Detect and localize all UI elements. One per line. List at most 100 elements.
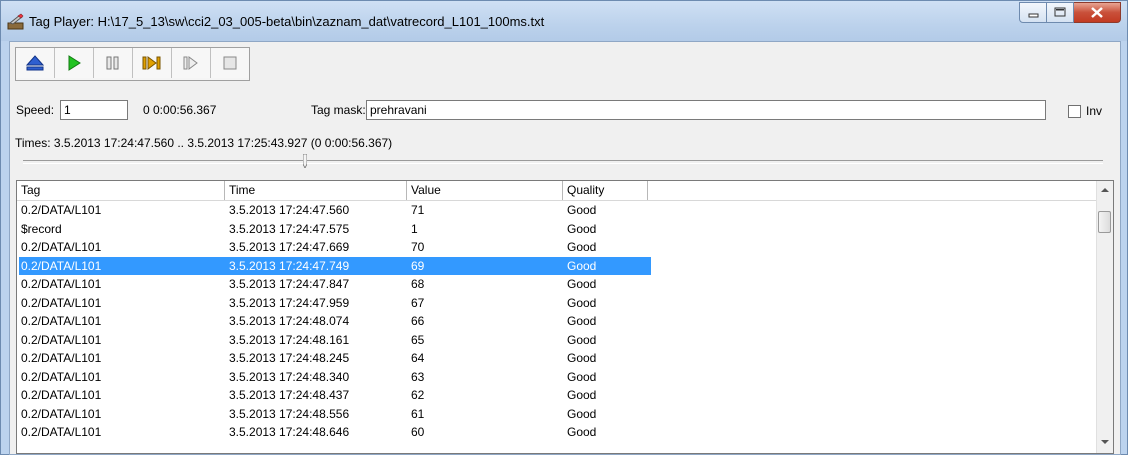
tag-cell: 0.2/DATA/L101 — [21, 388, 102, 402]
inv-checkbox[interactable] — [1068, 105, 1081, 118]
value-cell: 67 — [411, 295, 425, 310]
value-cell: 60 — [411, 425, 425, 439]
table-body: 0.2/DATA/L101 3.5.2013 17:24:47.560 71 Good… — [17, 201, 1097, 442]
tag-mask-input[interactable]: prehravani — [366, 100, 1046, 120]
tag-cell: 0.2/DATA/L101 — [21, 314, 102, 328]
column-header-quality[interactable]: Quality — [563, 181, 648, 200]
quality-cell: Good — [567, 388, 597, 402]
table-row[interactable]: 0.2/DATA/L101 3.5.2013 17:24:48.556 61 Good — [17, 405, 1097, 424]
time-cell: 3.5.2013 17:24:47.669 — [229, 240, 350, 254]
value-cell: 68 — [411, 277, 425, 291]
scroll-thumb[interactable] — [1098, 211, 1111, 233]
vertical-scrollbar[interactable] — [1096, 181, 1113, 453]
close-button[interactable] — [1074, 2, 1121, 23]
table-header: Tag Time Value Quality — [17, 181, 1097, 201]
value-cell: 61 — [411, 406, 425, 421]
tag-cell: 0.2/DATA/L101 — [21, 258, 102, 273]
tag-cell: $record — [21, 221, 62, 236]
tag-cell: 0.2/DATA/L101 — [21, 406, 102, 421]
caption-buttons — [1019, 2, 1121, 23]
table-row[interactable]: 0.2/DATA/L101 3.5.2013 17:24:47.560 71 Good — [17, 201, 1097, 220]
quality-cell: Good — [567, 332, 597, 347]
play-button[interactable] — [55, 48, 94, 78]
pause-button[interactable] — [94, 48, 133, 78]
table-row[interactable]: $record 3.5.2013 17:24:47.575 1 Good — [17, 220, 1097, 239]
speed-input[interactable]: 1 — [60, 100, 128, 120]
value-cell: 1 — [411, 221, 418, 236]
quality-cell: Good — [567, 369, 597, 384]
value-cell: 69 — [411, 258, 425, 273]
time-cell: 3.5.2013 17:24:47.959 — [229, 295, 350, 310]
table-row[interactable]: 0.2/DATA/L101 3.5.2013 17:24:47.669 70 Good — [17, 238, 1097, 257]
inv-label: Inv — [1086, 104, 1103, 118]
position-slider[interactable] — [23, 160, 1103, 164]
quality-cell: Good — [567, 203, 597, 217]
time-cell: 3.5.2013 17:24:48.556 — [229, 406, 350, 421]
time-cell: 3.5.2013 17:24:48.074 — [229, 314, 350, 328]
step-forward-button[interactable] — [133, 48, 172, 78]
value-cell: 64 — [411, 351, 425, 365]
stop-button[interactable] — [211, 48, 249, 78]
value-cell: 63 — [411, 369, 425, 384]
tag-cell: 0.2/DATA/L101 — [21, 277, 102, 291]
speed-label: Speed: — [16, 103, 55, 117]
window-title: Tag Player: H:\17_5_13\sw\cci2_03_005-be… — [29, 14, 545, 29]
tag-cell: 0.2/DATA/L101 — [21, 351, 102, 365]
tag-cell: 0.2/DATA/L101 — [21, 332, 102, 347]
table-row[interactable]: 0.2/DATA/L101 3.5.2013 17:24:48.245 64 Good — [17, 349, 1097, 368]
table-row[interactable]: 0.2/DATA/L101 3.5.2013 17:24:47.847 68 Good — [17, 275, 1097, 294]
play-icon — [68, 55, 81, 71]
time-cell: 3.5.2013 17:24:48.161 — [229, 332, 350, 347]
time-cell: 3.5.2013 17:24:48.340 — [229, 369, 350, 384]
stop-icon — [223, 56, 237, 70]
pause-icon — [106, 56, 119, 70]
step-button[interactable] — [172, 48, 211, 78]
table-row[interactable]: 0.2/DATA/L101 3.5.2013 17:24:48.074 66 Good — [17, 312, 1097, 331]
close-icon — [1091, 7, 1103, 18]
scroll-up-icon[interactable] — [1101, 188, 1109, 192]
app-window: Tag Player: H:\17_5_13\sw\cci2_03_005-be… — [0, 0, 1128, 455]
position-readout: 0 0:00:56.367 — [143, 103, 217, 117]
quality-cell: Good — [567, 295, 597, 310]
quality-cell: Good — [567, 277, 597, 291]
maximize-button[interactable] — [1047, 2, 1074, 23]
quality-cell: Good — [567, 314, 597, 328]
column-header-time[interactable]: Time — [225, 181, 407, 200]
eject-button[interactable] — [16, 48, 55, 78]
app-icon — [7, 13, 24, 30]
tag-mask-label: Tag mask: — [311, 103, 366, 117]
time-cell: 3.5.2013 17:24:47.560 — [229, 203, 350, 217]
value-cell: 70 — [411, 240, 425, 254]
quality-cell: Good — [567, 240, 597, 254]
column-header-value[interactable]: Value — [407, 181, 563, 200]
step-icon — [183, 56, 198, 70]
step-forward-icon — [142, 56, 161, 70]
minimize-icon — [1028, 13, 1039, 18]
slider-thumb[interactable] — [303, 154, 307, 168]
tag-cell: 0.2/DATA/L101 — [21, 240, 102, 254]
title-bar[interactable]: Tag Player: H:\17_5_13\sw\cci2_03_005-be… — [1, 1, 1127, 41]
scroll-down-icon[interactable] — [1101, 440, 1109, 444]
table-row[interactable]: 0.2/DATA/L101 3.5.2013 17:24:47.959 67 Good — [17, 294, 1097, 313]
quality-cell: Good — [567, 351, 597, 365]
table-row[interactable]: 0.2/DATA/L101 3.5.2013 17:24:48.161 65 Good — [17, 331, 1097, 350]
tag-cell: 0.2/DATA/L101 — [21, 203, 102, 217]
table-row[interactable]: 0.2/DATA/L101 3.5.2013 17:24:48.340 63 Good — [17, 368, 1097, 387]
time-cell: 3.5.2013 17:24:48.437 — [229, 388, 350, 402]
time-cell: 3.5.2013 17:24:47.575 — [229, 221, 350, 236]
quality-cell: Good — [567, 221, 597, 236]
tag-cell: 0.2/DATA/L101 — [21, 425, 102, 439]
value-cell: 66 — [411, 314, 425, 328]
value-cell: 71 — [411, 203, 425, 217]
tag-table: Tag Time Value Quality 0.2/DATA/L101 3.5.… — [16, 180, 1114, 454]
column-header-tag[interactable]: Tag — [17, 181, 225, 200]
time-cell: 3.5.2013 17:24:47.749 — [229, 258, 350, 273]
times-range: Times: 3.5.2013 17:24:47.560 .. 3.5.2013… — [15, 136, 393, 150]
table-row[interactable]: 0.2/DATA/L101 3.5.2013 17:24:48.437 62 Good — [17, 386, 1097, 405]
table-row[interactable]: 0.2/DATA/L101 3.5.2013 17:24:47.749 69 Good — [17, 256, 1097, 275]
minimize-button[interactable] — [1019, 2, 1047, 23]
tag-cell: 0.2/DATA/L101 — [21, 369, 102, 384]
time-cell: 3.5.2013 17:24:48.646 — [229, 425, 350, 439]
time-cell: 3.5.2013 17:24:48.245 — [229, 351, 350, 365]
table-row[interactable]: 0.2/DATA/L101 3.5.2013 17:24:48.646 60 Good — [17, 423, 1097, 442]
